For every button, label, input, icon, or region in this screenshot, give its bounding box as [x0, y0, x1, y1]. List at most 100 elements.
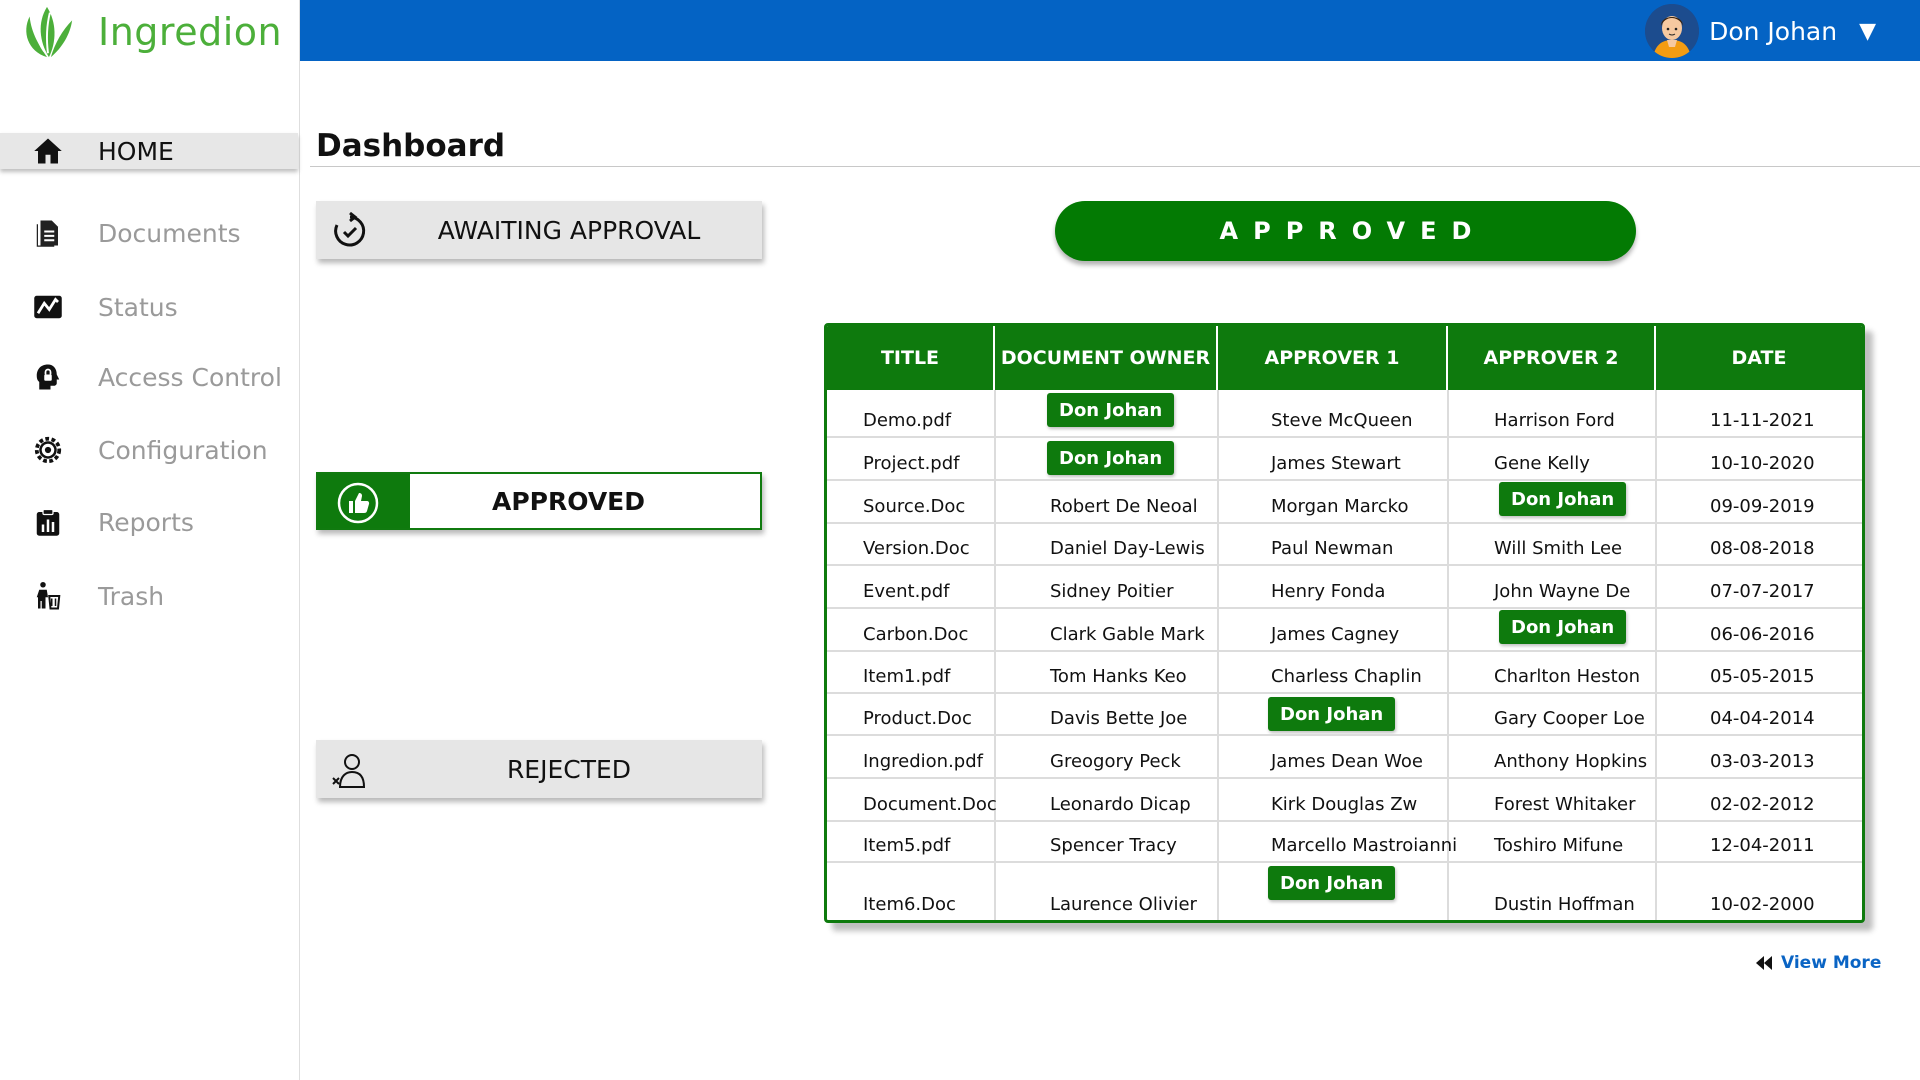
table-cell[interactable]: Item6.Doc	[863, 863, 956, 920]
approved-label: APPROVED	[492, 486, 646, 516]
sidebar-item-status[interactable]: Status	[0, 287, 298, 327]
user-tag[interactable]: Don Johan	[1499, 610, 1627, 644]
sidebar-item-configuration[interactable]: Configuration	[0, 430, 298, 470]
table-cell[interactable]: Project.pdf	[863, 438, 960, 479]
sidebar-item-label: Access Control	[98, 362, 282, 392]
table-cell: Dustin Hoffman	[1494, 894, 1635, 915]
table-cell[interactable]: Source.Doc	[863, 481, 965, 522]
brand-logo[interactable]: Ingredion	[18, 2, 282, 62]
rejected-label: REJECTED	[506, 754, 632, 784]
table-row[interactable]: Event.pdf Sidney Poitier Henry Fonda John W…	[827, 564, 1862, 607]
user-menu[interactable]: Don Johan ▼	[1645, 2, 1876, 60]
sidebar-item-access-control[interactable]: Access Control	[0, 357, 298, 397]
table-cell: 09-09-2019	[1710, 496, 1815, 517]
table-row[interactable]: Item6.Doc Laurence Olivier Don Johan Dustin…	[827, 861, 1862, 920]
table-cell[interactable]: Ingredion.pdf	[863, 736, 983, 777]
awaiting-approval-label: AWAITING APPROVAL	[437, 215, 701, 245]
table-cell: 06-06-2016	[1710, 624, 1815, 645]
table-cell: Davis Bette Joe	[1050, 708, 1188, 729]
approved-button[interactable]: APPROVED	[316, 472, 762, 530]
top-bar: Don Johan ▼	[300, 0, 1920, 61]
gear-icon	[31, 433, 65, 467]
user-name: Don Johan	[1709, 16, 1838, 46]
table-cell: Harrison Ford	[1494, 410, 1615, 431]
table-row[interactable]: Item1.pdf Tom Hanks Keo Charless Chaplin Ch…	[827, 650, 1862, 692]
sidebar-item-label: HOME	[98, 136, 174, 166]
table-header: TITLE DOCUMENT OWNER APPROVER 1 APPROVER 2D…	[827, 326, 1862, 390]
table-cell: 10-10-2020	[1710, 453, 1815, 474]
table-cell[interactable]: Event.pdf	[863, 566, 949, 607]
chart-line-icon	[31, 290, 65, 324]
user-tag[interactable]: Don Johan	[1268, 866, 1396, 900]
table-cell: Tom Hanks Keo	[1050, 666, 1187, 687]
table-cell: Toshiro Mifune	[1494, 835, 1624, 856]
user-tag[interactable]: Don Johan	[1047, 441, 1175, 475]
brand-name: Ingredion	[98, 10, 283, 54]
table-row[interactable]: Source.Doc Robert De Neoal Morgan Marcko Do…	[827, 479, 1862, 522]
sidebar-item-label: Configuration	[98, 435, 268, 465]
table-cell: James Dean Woe	[1271, 751, 1423, 772]
sidebar-item-reports[interactable]: Reports	[0, 502, 298, 542]
view-more-link[interactable]: View More	[1755, 953, 1881, 973]
table-cell: Gary Cooper Loe	[1494, 708, 1645, 729]
table-cell: Greogory Peck	[1050, 751, 1181, 772]
table-cell: Anthony Hopkins	[1494, 751, 1648, 772]
head-lock-icon	[31, 360, 65, 394]
table-cell: Gene Kelly	[1494, 453, 1590, 474]
table-cell: Will Smith Lee	[1494, 538, 1623, 559]
table-cell: Paul Newman	[1271, 538, 1394, 559]
sidebar-item-trash[interactable]: Trash	[0, 576, 298, 616]
clipboard-chart-icon	[31, 505, 65, 539]
sidebar-item-label: Reports	[98, 507, 194, 537]
table-cell[interactable]: Product.Doc	[863, 694, 972, 734]
chevron-down-icon[interactable]: ▼	[1859, 19, 1876, 44]
sidebar-item-label: Trash	[98, 581, 165, 611]
table-cell: 05-05-2015	[1710, 666, 1815, 687]
table-cell: Charlton Heston	[1494, 666, 1641, 687]
col-approver-1-header[interactable]: APPROVER 1	[1218, 326, 1448, 390]
col-document-owner-header[interactable]: DOCUMENT OWNER	[995, 326, 1218, 390]
table-row[interactable]: Product.Doc Davis Bette Joe Don Johan Gary …	[827, 692, 1862, 734]
table-cell: Daniel Day-Lewis	[1050, 538, 1205, 559]
col-title-header[interactable]: TITLE	[827, 326, 995, 390]
approved-banner: APPROVED	[1055, 201, 1636, 261]
awaiting-approval-button[interactable]: AWAITING APPROVAL	[316, 201, 762, 259]
sidebar-item-documents[interactable]: Documents	[0, 213, 298, 253]
table-cell: Marcello Mastroianni	[1271, 835, 1458, 856]
table-cell: James Stewart	[1271, 453, 1401, 474]
user-tag[interactable]: Don Johan	[1499, 482, 1627, 516]
table-cell: Henry Fonda	[1271, 581, 1386, 602]
table-cell[interactable]: Document.Doc	[863, 779, 997, 820]
table-cell: Clark Gable Mark	[1050, 624, 1205, 645]
col-date-header[interactable]: DATE	[1656, 326, 1862, 390]
table-cell[interactable]: Version.Doc	[863, 524, 970, 564]
table-cell: Leonardo Dicap	[1050, 794, 1191, 815]
table-cell: 10-02-2000	[1710, 894, 1815, 915]
table-cell: 03-03-2013	[1710, 751, 1815, 772]
table-row[interactable]: Item5.pdf Spencer Tracy Marcello Mastroian…	[827, 820, 1862, 861]
rewind-icon	[1756, 956, 1772, 970]
leaf-logo-icon	[26, 6, 73, 58]
table-cell: 12-04-2011	[1710, 835, 1815, 856]
table-row[interactable]: Project.pdf Don Johan James Stewart Gene Ke…	[827, 436, 1862, 479]
table-cell[interactable]: Carbon.Doc	[863, 609, 968, 650]
table-cell[interactable]: Item5.pdf	[863, 822, 950, 861]
table-row[interactable]: Ingredion.pdf Greogory Peck James Dean Woe…	[827, 734, 1862, 777]
table-cell: Steve McQueen	[1271, 410, 1413, 431]
table-cell: 04-04-2014	[1710, 708, 1815, 729]
rejected-button[interactable]: REJECTED	[316, 740, 762, 798]
col-approver-2-header[interactable]: APPROVER 2	[1448, 326, 1656, 390]
table-row[interactable]: Version.Doc Daniel Day-Lewis Paul Newman Wi…	[827, 522, 1862, 564]
table-cell[interactable]: Demo.pdf	[863, 390, 951, 436]
sidebar-item-label: Status	[98, 292, 178, 322]
user-tag[interactable]: Don Johan	[1047, 393, 1175, 427]
sidebar: Ingredion HOME Documents Status Access C…	[0, 0, 300, 1080]
table-cell: James Cagney	[1271, 624, 1400, 645]
user-tag[interactable]: Don Johan	[1268, 697, 1396, 731]
table-cell[interactable]: Item1.pdf	[863, 652, 950, 692]
table-cell: Forest Whitaker	[1494, 794, 1636, 815]
table-row[interactable]: Carbon.Doc Clark Gable Mark James Cagney Do…	[827, 607, 1862, 650]
sidebar-item-home[interactable]: HOME	[0, 133, 298, 169]
table-row[interactable]: Demo.pdf Don Johan Steve McQueen Harrison F…	[827, 390, 1862, 436]
table-row[interactable]: Document.Doc Leonardo Dicap Kirk Douglas Z…	[827, 777, 1862, 820]
